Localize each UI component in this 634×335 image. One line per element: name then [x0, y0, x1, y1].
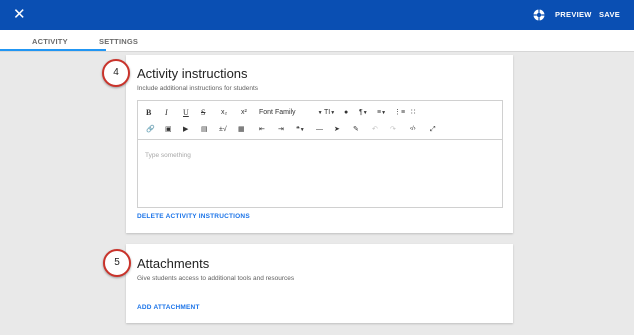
attachments-title: Attachments — [137, 256, 210, 271]
delete-activity-instructions-button[interactable]: DELETE ACTIVITY INSTRUCTIONS — [137, 213, 250, 220]
chevron-down-icon: ▼ — [362, 110, 368, 116]
font-family-select[interactable]: Font Family ▼ — [259, 108, 323, 118]
underline-button[interactable]: U — [183, 108, 189, 117]
bold-button[interactable]: B — [146, 108, 151, 117]
save-button[interactable]: SAVE — [599, 10, 620, 19]
chevron-down-icon: ▼ — [299, 127, 305, 133]
editor-toolbar: B I U S x₂ x² Font Family ▼ TI▼ ● ¶▼ ≡▼ ⋮… — [138, 101, 502, 140]
font-size-select[interactable]: TI▼ — [324, 108, 335, 118]
activity-instructions-subtitle: Include additional instructions for stud… — [137, 85, 259, 92]
add-attachment-button[interactable]: ADD ATTACHMENT — [137, 304, 200, 311]
table-icon[interactable]: ▦ — [238, 125, 245, 134]
undo-icon[interactable]: ↶ — [372, 125, 378, 134]
redo-icon[interactable]: ↷ — [390, 125, 396, 134]
quote-select[interactable]: ❝▼ — [296, 125, 305, 135]
ordered-list-icon[interactable]: ⋮≡ — [394, 108, 405, 117]
image-icon[interactable]: ▣ — [165, 125, 172, 134]
align-select[interactable]: ≡▼ — [377, 108, 386, 118]
code-view-icon[interactable]: ‹/› — [410, 125, 416, 134]
rich-text-editor[interactable]: B I U S x₂ x² Font Family ▼ TI▼ ● ¶▼ ≡▼ ⋮… — [137, 100, 503, 208]
indent-increase-icon[interactable]: ⇥ — [278, 125, 284, 134]
video-icon[interactable]: ▶ — [183, 125, 188, 134]
strikethrough-button[interactable]: S — [201, 108, 205, 117]
superscript-button[interactable]: x² — [241, 108, 247, 117]
indent-decrease-icon[interactable]: ⇤ — [259, 125, 265, 134]
subscript-button[interactable]: x₂ — [221, 108, 227, 117]
font-family-label: Font Family — [259, 109, 296, 116]
tab-activity[interactable]: ACTIVITY — [32, 37, 68, 46]
tab-settings[interactable]: SETTINGS — [99, 37, 138, 46]
cursor-select-icon[interactable]: ➤ — [334, 125, 340, 134]
paragraph-select[interactable]: ¶▼ — [359, 108, 368, 118]
step-marker-5: 5 — [103, 249, 131, 277]
lifebuoy-help-icon[interactable] — [533, 9, 545, 21]
chevron-down-icon: ▼ — [381, 110, 387, 116]
horizontal-rule-icon[interactable]: — — [316, 125, 323, 134]
link-icon[interactable]: 🔗 — [146, 125, 155, 134]
active-tab-indicator — [0, 49, 106, 51]
file-icon[interactable]: ▤ — [201, 125, 208, 134]
step-marker-4: 4 — [102, 59, 130, 87]
close-icon[interactable]: ✕ — [13, 6, 26, 24]
tab-bar: ACTIVITY SETTINGS — [0, 30, 634, 52]
eraser-icon[interactable]: ✎ — [353, 125, 359, 134]
fullscreen-icon[interactable]: ⤢ — [430, 125, 436, 134]
activity-instructions-title: Activity instructions — [137, 66, 248, 81]
italic-button[interactable]: I — [165, 108, 168, 117]
editor-placeholder: Type something — [145, 152, 191, 159]
preview-button[interactable]: PREVIEW — [555, 10, 592, 19]
attachments-subtitle: Give students access to additional tools… — [137, 275, 295, 282]
unordered-list-icon[interactable]: ∷ — [411, 108, 415, 117]
chevron-down-icon: ▼ — [317, 110, 323, 116]
math-icon[interactable]: ±√ — [219, 125, 227, 134]
top-app-bar: ✕ PREVIEW SAVE — [0, 0, 634, 30]
text-color-icon[interactable]: ● — [344, 108, 348, 117]
chevron-down-icon: ▼ — [330, 110, 336, 116]
